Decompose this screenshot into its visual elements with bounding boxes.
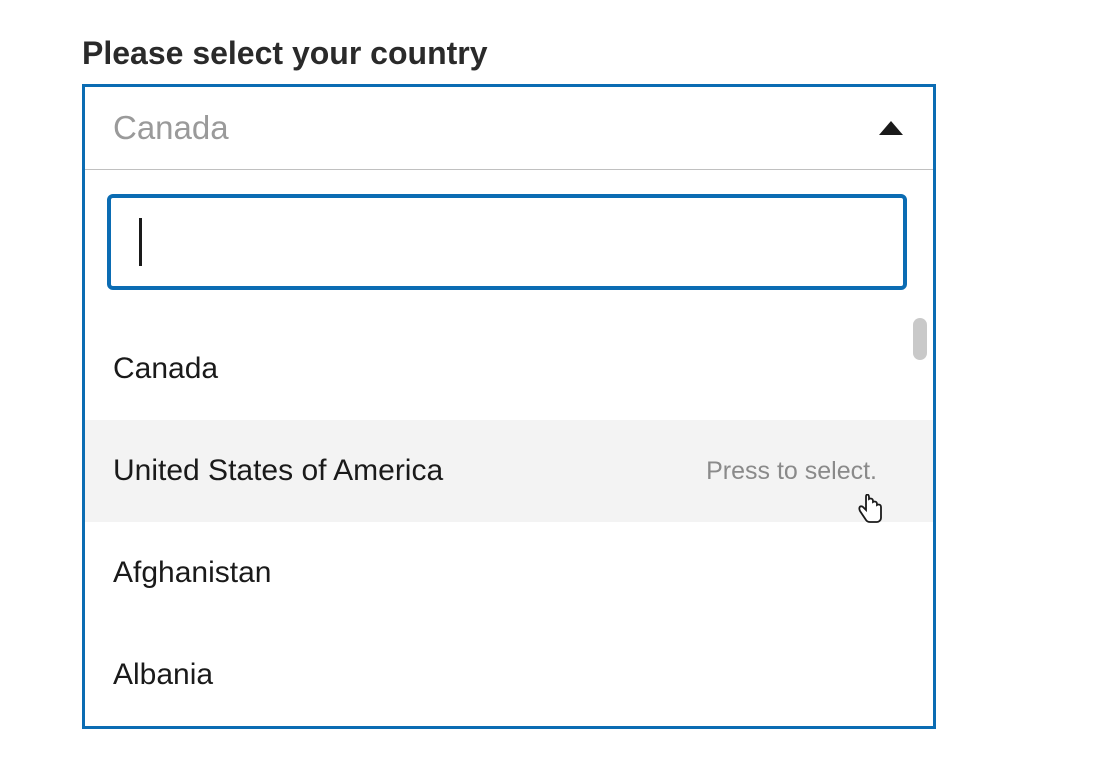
country-dropdown: Canada Canada United States of America P… [82,84,936,729]
search-input[interactable] [107,194,907,290]
option-hover-hint: Press to select. [706,457,877,486]
dropdown-trigger[interactable]: Canada [85,87,933,170]
option-canada[interactable]: Canada [85,318,933,420]
scrollbar-thumb[interactable] [913,318,927,360]
option-label: United States of America [113,454,443,488]
option-label: Albania [113,658,213,692]
option-label: Canada [113,352,218,386]
dropdown-body: Canada United States of America Press to… [85,170,933,726]
option-united-states[interactable]: United States of America Press to select… [85,420,933,522]
dropdown-placeholder-text: Canada [113,109,229,147]
country-field-container: Please select your country Canada Canada [0,0,1116,729]
options-list: Canada United States of America Press to… [85,318,933,726]
option-albania[interactable]: Albania [85,624,933,726]
option-afghanistan[interactable]: Afghanistan [85,522,933,624]
option-label: Afghanistan [113,556,271,590]
scrollbar-track[interactable] [913,318,927,726]
field-label: Please select your country [82,35,1116,72]
text-cursor [139,218,142,266]
search-wrapper [107,194,911,290]
caret-up-icon [879,121,903,135]
